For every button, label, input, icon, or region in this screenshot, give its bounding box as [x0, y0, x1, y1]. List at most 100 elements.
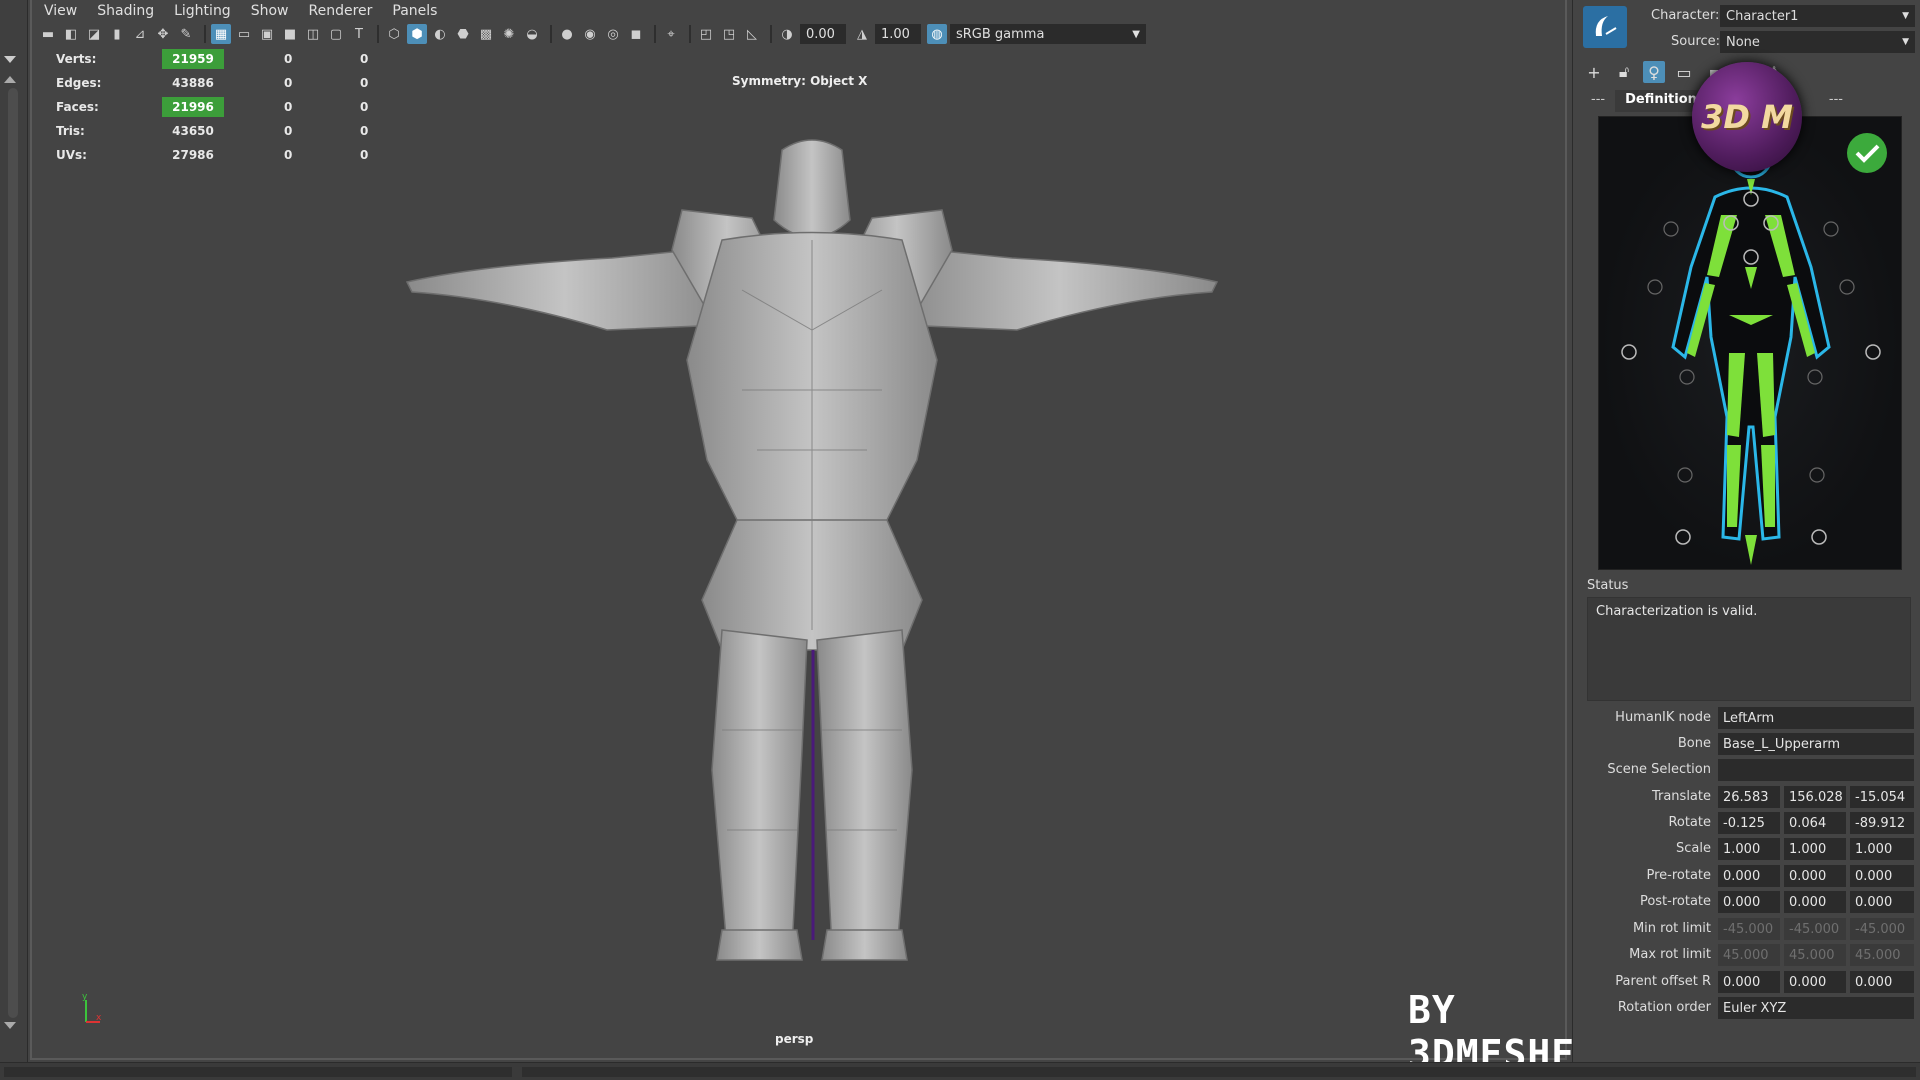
depth-of-field-icon[interactable]: ◼	[626, 24, 646, 44]
menu-view[interactable]: View	[44, 3, 77, 19]
grid-snap-icon[interactable]: ✥	[153, 24, 173, 44]
scene-selection-label: Scene Selection	[1607, 762, 1711, 777]
menu-lighting[interactable]: Lighting	[174, 3, 231, 19]
svg-text:x: x	[96, 1013, 102, 1023]
min-rot-limit-label: Min rot limit	[1632, 921, 1711, 936]
pencil-icon[interactable]: ✎	[176, 24, 196, 44]
motion-blur-icon[interactable]: ◉	[580, 24, 600, 44]
humanik-node-field[interactable]: LeftArm	[1718, 707, 1914, 729]
valid-check-icon	[1847, 133, 1887, 173]
skeleton-icon[interactable]: ♀︎	[1643, 61, 1665, 83]
menu-panels[interactable]: Panels	[392, 3, 437, 19]
ambient-occlusion-icon[interactable]: ●	[557, 24, 577, 44]
backface-icon[interactable]: ◺	[742, 24, 762, 44]
translate-z-field[interactable]: -15.054	[1850, 786, 1914, 808]
bottom-scroll-left[interactable]	[4, 1067, 512, 1077]
post-rotate-x-field[interactable]: 0.000	[1718, 891, 1780, 913]
character-dropdown[interactable]: Character1 ▼	[1720, 5, 1915, 27]
tab-right[interactable]: ---	[1819, 90, 1853, 112]
collapse-arrow-icon[interactable]	[4, 56, 16, 63]
resolution-gate-icon[interactable]: ▣	[257, 24, 277, 44]
bookmark-icon[interactable]: ▮	[107, 24, 127, 44]
source-dropdown[interactable]: None ▼	[1720, 31, 1915, 53]
field-chart-icon[interactable]: ◫	[303, 24, 323, 44]
post-rotate-y-field[interactable]: 0.000	[1784, 891, 1846, 913]
camera-lock-icon[interactable]: ◪	[84, 24, 104, 44]
camera-attr-icon[interactable]: ◧	[61, 24, 81, 44]
folder-icon[interactable]: ▭	[1673, 61, 1695, 83]
rotate-z-field[interactable]: -89.912	[1850, 812, 1914, 834]
view-transform-dropdown[interactable]: sRGB gamma ▼	[950, 24, 1146, 44]
scale-label: Scale	[1676, 841, 1711, 856]
chevron-down-icon: ▼	[1902, 11, 1909, 21]
post-rotate-z-field[interactable]: 0.000	[1850, 891, 1914, 913]
smooth-shade-icon[interactable]: ⬢	[407, 24, 427, 44]
gamma-field[interactable]: 1.00	[875, 24, 921, 44]
wireframe-icon[interactable]: ⬡	[384, 24, 404, 44]
poly-count-hud: Verts: 21959 0 0 Edges: 43886 0 0 Faces: 21996 0 0 T…	[52, 48, 382, 168]
gamma-icon[interactable]: ◮	[852, 24, 872, 44]
3dm-logo-text: 3D M	[1701, 98, 1793, 136]
bottom-status-bar	[0, 1062, 1920, 1080]
scale-x-field[interactable]: 1.000	[1718, 838, 1780, 860]
scroll-up-icon[interactable]	[4, 76, 16, 83]
xray-active-icon[interactable]: ◳	[719, 24, 739, 44]
pre-rotate-y-field[interactable]: 0.000	[1784, 865, 1846, 887]
bone-field[interactable]: Base_L_Upperarm	[1718, 733, 1914, 755]
textured-icon[interactable]: ⬣	[453, 24, 473, 44]
menu-renderer[interactable]: Renderer	[308, 3, 372, 19]
parent-offset-y-field[interactable]: 0.000	[1784, 971, 1846, 993]
viewport-panel[interactable]: View Shading Lighting Show Renderer Pane…	[30, 0, 1598, 1076]
chevron-down-icon: ▼	[1902, 37, 1909, 47]
isolate-select-icon[interactable]: ⌖	[661, 24, 681, 44]
scene-selection-field[interactable]	[1718, 759, 1914, 781]
scale-y-field[interactable]: 1.000	[1784, 838, 1846, 860]
menu-shading[interactable]: Shading	[97, 3, 154, 19]
rotation-order-field[interactable]: Euler XYZ	[1718, 997, 1914, 1019]
safe-action-icon[interactable]: ▢	[326, 24, 346, 44]
hud-value-selected: 0	[284, 124, 293, 138]
hud-value-selected: 0	[284, 148, 293, 162]
hud-label: UVs:	[56, 148, 87, 162]
grid-icon[interactable]: ▦	[211, 24, 231, 44]
rotate-y-field[interactable]: 0.064	[1784, 812, 1846, 834]
scale-z-field[interactable]: 1.000	[1850, 838, 1914, 860]
film-gate-icon[interactable]: ▭	[234, 24, 254, 44]
chevron-down-icon: ▼	[1132, 28, 1140, 40]
tab-left[interactable]: ---	[1581, 90, 1615, 112]
safe-title-icon[interactable]: T	[349, 24, 369, 44]
lock-icon[interactable]: 🔓︎	[1613, 61, 1635, 83]
parent-offset-x-field[interactable]: 0.000	[1718, 971, 1780, 993]
rotate-x-field[interactable]: -0.125	[1718, 812, 1780, 834]
default-material-icon[interactable]: ◐	[430, 24, 450, 44]
pre-rotate-x-field[interactable]: 0.000	[1718, 865, 1780, 887]
lights-icon[interactable]: ✺	[499, 24, 519, 44]
translate-y-field[interactable]: 156.028	[1784, 786, 1846, 808]
gate-mask-icon[interactable]: ■	[280, 24, 300, 44]
image-plane-icon[interactable]: ⊿	[130, 24, 150, 44]
parent-offset-z-field[interactable]: 0.000	[1850, 971, 1914, 993]
status-label: Status	[1587, 578, 1629, 593]
antialias-icon[interactable]: ◎	[603, 24, 623, 44]
translate-x-field[interactable]: 26.583	[1718, 786, 1780, 808]
camera-icon[interactable]: ▬	[38, 24, 58, 44]
min-rot-z-field: -45.000	[1850, 918, 1914, 940]
menu-show[interactable]: Show	[251, 3, 289, 19]
post-rotate-label: Post-rotate	[1639, 894, 1711, 909]
exposure-field[interactable]: 0.00	[800, 24, 846, 44]
bottom-scroll-right[interactable]	[522, 1067, 1916, 1077]
color-management-icon[interactable]: ◍	[927, 24, 947, 44]
hud-value-selected: 0	[284, 100, 293, 114]
characterization-figure[interactable]	[1598, 116, 1902, 570]
xray-joints-icon[interactable]: ◰	[696, 24, 716, 44]
xray-icon[interactable]: ▩	[476, 24, 496, 44]
hud-row: Edges: 43886 0 0	[52, 72, 382, 96]
max-rot-z-field: 45.000	[1850, 944, 1914, 966]
scroll-down-icon[interactable]	[4, 1022, 16, 1029]
pre-rotate-z-field[interactable]: 0.000	[1850, 865, 1914, 887]
exposure-icon[interactable]: ◑	[777, 24, 797, 44]
shadows-icon[interactable]: ◒	[522, 24, 542, 44]
add-icon[interactable]: +	[1583, 61, 1605, 83]
left-scrollbar[interactable]	[8, 88, 18, 1018]
pre-rotate-label: Pre-rotate	[1646, 868, 1711, 883]
